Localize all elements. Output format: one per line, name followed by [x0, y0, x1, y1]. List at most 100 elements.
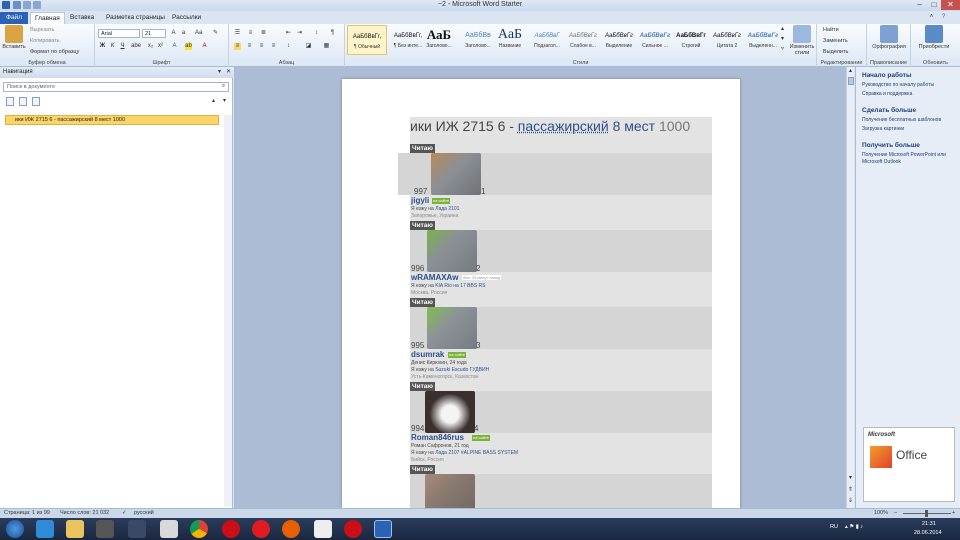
app-icon[interactable]: [96, 520, 114, 538]
avatar-image[interactable]: [427, 230, 477, 272]
scroll-down-icon[interactable]: ▾: [847, 475, 854, 482]
nav-scrollbar[interactable]: [224, 115, 232, 507]
subscript-icon[interactable]: x₂: [147, 43, 154, 50]
minimize-button[interactable]: –: [912, 0, 927, 10]
proofing-icon[interactable]: ✓: [122, 510, 127, 516]
change-styles-button[interactable]: Изменить стили: [787, 25, 817, 56]
clear-format-icon[interactable]: ✎: [212, 30, 219, 37]
change-case-icon[interactable]: Aa: [195, 30, 202, 37]
bullets-icon[interactable]: ☰: [234, 30, 241, 37]
user-link[interactable]: Roman846rus: [411, 433, 464, 442]
page-count[interactable]: Страница: 1 из 99: [4, 510, 50, 516]
maximize-button[interactable]: □: [927, 0, 941, 10]
nav-search-input[interactable]: Поиск в документе: [3, 82, 229, 92]
language-indicator[interactable]: русский: [134, 510, 154, 516]
avatar-image[interactable]: [431, 153, 481, 195]
shading-icon[interactable]: ◪: [305, 43, 312, 50]
car-link[interactable]: Лада 2107 #ALPINE BASS SYSTEM: [435, 450, 518, 456]
avatar-image[interactable]: [425, 391, 475, 433]
explorer-icon[interactable]: [66, 520, 84, 538]
decrease-indent-icon[interactable]: ⇤: [285, 30, 292, 37]
spelling-button[interactable]: Орфография: [869, 25, 909, 50]
yandex-icon[interactable]: [252, 520, 270, 538]
increase-indent-icon[interactable]: ⇥: [296, 30, 303, 37]
nav-results-icon[interactable]: [32, 97, 40, 106]
styles-scroll-up-icon[interactable]: ▴: [779, 26, 786, 33]
zoom-slider-thumb[interactable]: [925, 510, 928, 517]
close-button[interactable]: ✕: [941, 0, 960, 10]
zoom-in-icon[interactable]: +: [952, 510, 955, 516]
line-spacing-icon[interactable]: ↕: [285, 43, 292, 50]
nav-next-icon[interactable]: ▾: [221, 98, 228, 105]
zoom-out-icon[interactable]: –: [894, 510, 897, 516]
word-count[interactable]: Число слов: 21 032: [60, 510, 109, 516]
shrink-font-icon[interactable]: a: [180, 30, 187, 37]
bold-icon[interactable]: Ж: [99, 43, 106, 50]
underline-icon[interactable]: Ч: [119, 43, 126, 50]
numbering-icon[interactable]: ≡: [247, 30, 254, 37]
style-intense-quote[interactable]: АаБбВвГг Выделенн...: [743, 25, 783, 55]
app-icon[interactable]: [128, 520, 146, 538]
user-link[interactable]: dsumrak: [411, 350, 444, 359]
getting-started-link[interactable]: Руководство по началу работы: [862, 82, 934, 88]
format-painter-button[interactable]: Формат по образцу: [30, 49, 79, 55]
nav-prev-icon[interactable]: ▴: [210, 98, 217, 105]
nav-menu-icon[interactable]: ▾: [216, 69, 223, 76]
style-intense-emphasis[interactable]: АаБбВвГг Сильное ...: [635, 25, 675, 55]
purchase-button[interactable]: Приобрести: [914, 25, 954, 50]
paste-button[interactable]: Вставить: [2, 25, 26, 50]
styles-scroll-down-icon[interactable]: ▾: [779, 36, 786, 43]
borders-icon[interactable]: ▦: [323, 43, 330, 50]
document-scrollbar[interactable]: ▴ ▾ ⇑ ⇓: [846, 67, 854, 508]
document-page[interactable]: ики ИЖ 2715 6 - пассажирский 8 мест 1000…: [342, 79, 740, 508]
nav-heading-item[interactable]: ики ИЖ 2715 6 - пассажирский 8 мест 1000: [5, 115, 219, 125]
style-subtitle[interactable]: АаБбВвГ Подзагол...: [527, 25, 567, 55]
help-icon[interactable]: ?: [940, 14, 947, 21]
game-icon[interactable]: [314, 520, 332, 538]
scroll-up-icon[interactable]: ▴: [847, 68, 854, 75]
style-emphasis[interactable]: АаБбВвГг Выделение: [599, 25, 639, 55]
prev-page-icon[interactable]: ⇑: [847, 487, 854, 494]
style-strong[interactable]: АаБбВвГг Строгий: [671, 25, 711, 55]
clock-time[interactable]: 21:31: [922, 521, 936, 527]
tab-home[interactable]: Главная: [30, 12, 65, 24]
ie-icon[interactable]: [36, 520, 54, 538]
copy-button[interactable]: Копировать: [30, 38, 60, 44]
chrome-icon[interactable]: [190, 520, 208, 538]
opera-icon[interactable]: [222, 520, 240, 538]
free-templates-link[interactable]: Получение бесплатных шаблонов: [862, 117, 941, 123]
scroll-thumb[interactable]: [848, 77, 854, 85]
clock-date[interactable]: 28.06.2014: [914, 530, 942, 536]
nav-search-icon[interactable]: ⌕: [220, 83, 227, 90]
media-player-icon[interactable]: [160, 520, 178, 538]
word-taskbar-icon[interactable]: [374, 520, 392, 538]
opera-icon[interactable]: [344, 520, 362, 538]
nav-pages-icon[interactable]: [19, 97, 27, 106]
car-link[interactable]: Suzuki Escudo ГУДВИН: [435, 367, 489, 373]
car-link[interactable]: Лада 2101: [435, 206, 459, 212]
style-subtle-emphasis[interactable]: АаБбВвГг Слабое в...: [563, 25, 603, 55]
user-link[interactable]: jigyli: [411, 196, 429, 205]
multilevel-list-icon[interactable]: ≣: [260, 30, 267, 37]
style-quote-2[interactable]: АаБбВвГг Цитата 2: [707, 25, 747, 55]
replace-button[interactable]: Заменить: [823, 38, 848, 44]
ribbon-minimize-icon[interactable]: ˄: [928, 14, 935, 21]
next-page-icon[interactable]: ⇓: [847, 498, 854, 505]
avatar-image[interactable]: [427, 307, 477, 349]
tab-file[interactable]: Файл: [0, 12, 28, 24]
tray-icons[interactable]: ▴ ⚑ ▮ ♪: [845, 524, 863, 530]
superscript-icon[interactable]: x²: [157, 43, 164, 50]
show-marks-icon[interactable]: ¶: [329, 30, 336, 37]
outlook-link[interactable]: Microsoft Outlook: [862, 159, 901, 165]
font-name-select[interactable]: Arial: [98, 29, 140, 38]
car-link[interactable]: KIA Rio: [435, 283, 452, 289]
office-ad[interactable]: Microsoft Office: [863, 427, 955, 502]
font-size-select[interactable]: 21: [142, 29, 166, 38]
strikethrough-icon[interactable]: abe: [131, 43, 141, 50]
sort-icon[interactable]: ↕: [313, 30, 320, 37]
select-button[interactable]: Выделить: [823, 49, 848, 55]
zoom-level[interactable]: 100%: [874, 510, 888, 516]
powerpoint-link[interactable]: Получение Microsoft PowerPoint или: [862, 152, 946, 158]
grow-font-icon[interactable]: A: [170, 30, 177, 37]
tab-mailings[interactable]: Рассылки: [168, 12, 205, 24]
